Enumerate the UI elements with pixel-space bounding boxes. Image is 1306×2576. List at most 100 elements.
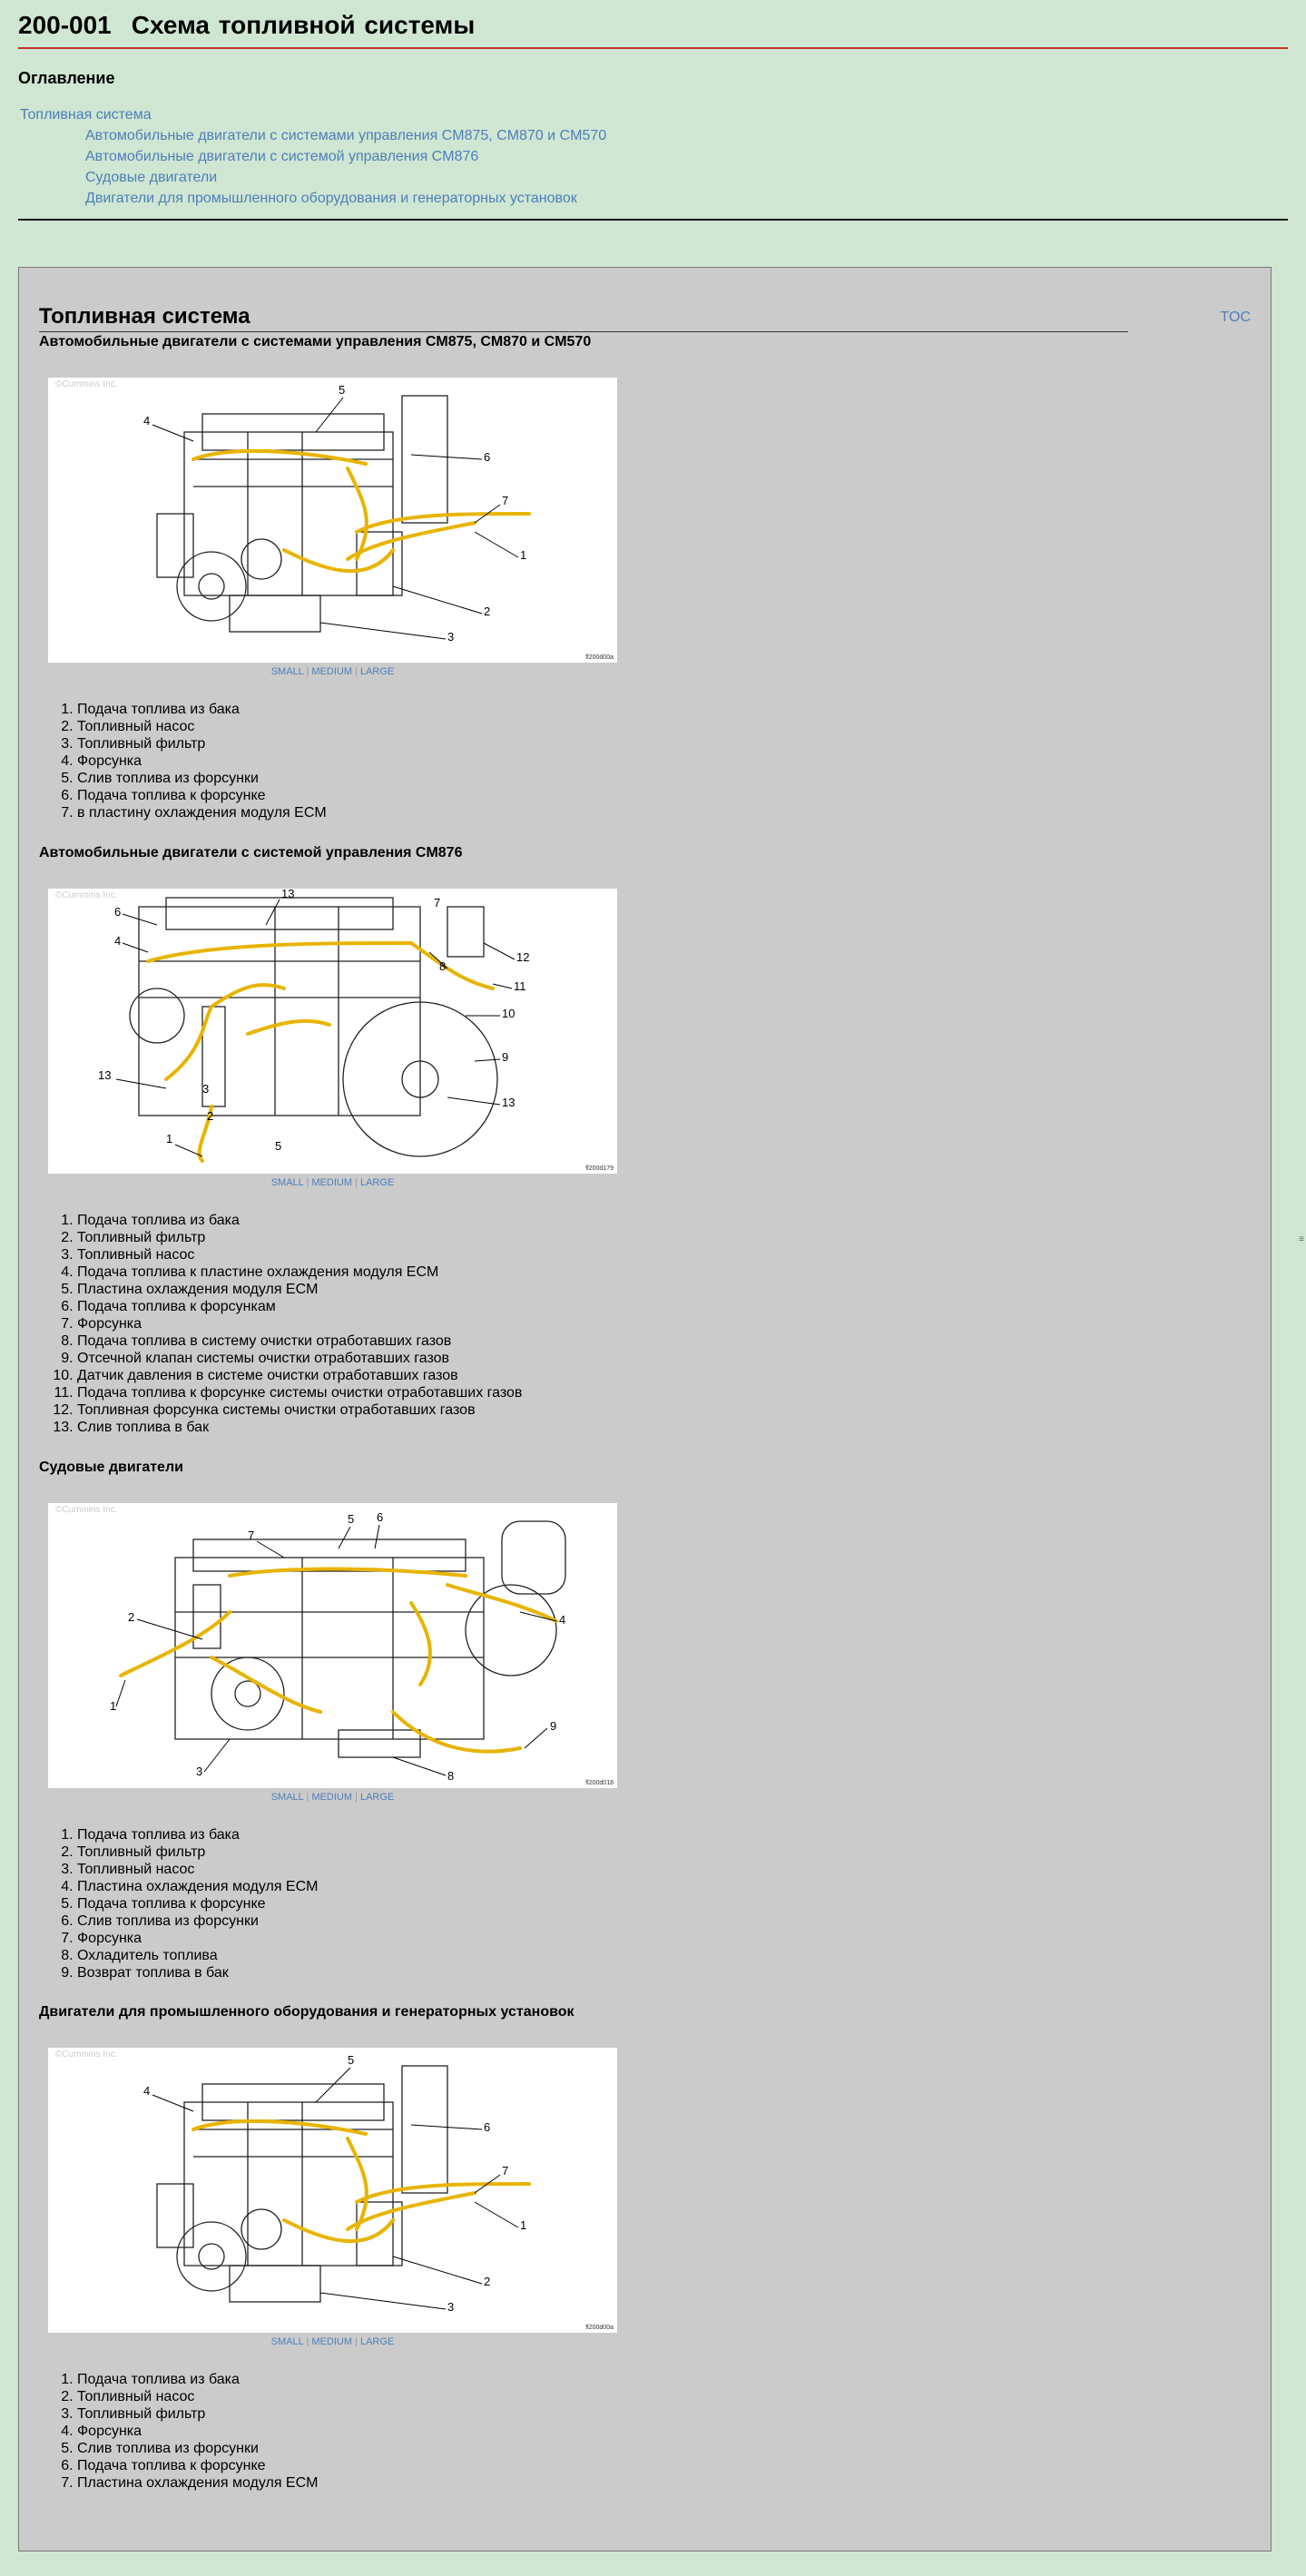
svg-text:8: 8 [447, 1769, 454, 1783]
svg-text:13: 13 [502, 1096, 515, 1109]
svg-text:3: 3 [196, 1765, 202, 1778]
svg-text:3: 3 [202, 1082, 209, 1096]
engine-diagram-image[interactable]: ©Cummins Inc. [48, 2048, 617, 2333]
list-item: Подача топлива к форсунке [77, 1895, 1246, 1912]
list-item: Подача топлива из бака [77, 2371, 1246, 2388]
image-size-links: SMALL | MEDIUM | LARGE [270, 1177, 395, 1188]
size-medium-link[interactable]: MEDIUM [311, 2336, 352, 2347]
svg-text:6: 6 [377, 1510, 383, 1524]
size-small-link[interactable]: SMALL [271, 2336, 304, 2347]
toc-heading: Оглавление [18, 69, 115, 87]
toc-link-automotive-cm876[interactable]: Автомобильные двигатели с системой управ… [85, 149, 478, 164]
svg-text:2: 2 [484, 2275, 490, 2288]
list-item: Форсунка [77, 752, 1246, 770]
list-item: Подача топлива в систему очистки отработ… [77, 1332, 1246, 1350]
engine-drawing: 13 7 6 4 8 12 11 10 9 13 13 3 2 1 5 [98, 889, 529, 1163]
figure-code: fl200d00a [585, 654, 614, 661]
toc-item: Топливная система [18, 104, 1288, 125]
size-medium-link[interactable]: MEDIUM [311, 1792, 352, 1803]
image-size-links: SMALL | MEDIUM | LARGE [270, 2336, 395, 2347]
size-large-link[interactable]: LARGE [360, 2336, 394, 2347]
image-size-links: SMALL | MEDIUM | LARGE [270, 1792, 395, 1803]
list-item: Топливный насос [77, 2388, 1246, 2405]
fuel-lines [191, 448, 531, 573]
size-medium-link[interactable]: MEDIUM [311, 1177, 352, 1188]
svg-text:4: 4 [143, 2084, 150, 2098]
size-large-link[interactable]: LARGE [360, 666, 394, 677]
svg-text:3: 3 [447, 630, 454, 644]
fuel-lines [119, 1567, 558, 1754]
svg-text:4: 4 [143, 414, 150, 428]
svg-text:1: 1 [520, 2218, 526, 2232]
list-item: Топливный фильтр [77, 735, 1246, 752]
svg-text:7: 7 [502, 2164, 508, 2178]
toc-list: Топливная система Автомобильные двигател… [18, 104, 1288, 209]
figure: ©Cummins Inc. [48, 1503, 617, 1803]
svg-text:4: 4 [114, 934, 121, 948]
divider [18, 219, 1288, 221]
subsection-title: Двигатели для промышленного оборудования… [39, 2004, 574, 2020]
subsection-automotive-cm875: Автомобильные двигатели с системами упра… [39, 334, 1246, 821]
document-code: 200-001 [18, 11, 112, 39]
toc-back-link[interactable]: TOC [1221, 310, 1251, 326]
engine-diagram-image[interactable]: ©Cummins Inc. [48, 1503, 617, 1788]
list-item: Подача топлива к форсунке системы очистк… [77, 1384, 1246, 1401]
fuel-lines [146, 941, 495, 1163]
size-large-link[interactable]: LARGE [360, 1177, 394, 1188]
list-item: Слив топлива в бак [77, 1419, 1246, 1436]
list-item: Слив топлива из форсунки [77, 2440, 1246, 2457]
toc-link-fuel-system[interactable]: Топливная система [20, 107, 152, 123]
svg-text:1: 1 [520, 548, 526, 562]
figure-code: fl200d00a [585, 2325, 614, 2331]
size-small-link[interactable]: SMALL [271, 1792, 304, 1803]
toc-item: Автомобильные двигатели с системами упра… [18, 125, 1288, 146]
image-size-links: SMALL | MEDIUM | LARGE [270, 666, 395, 677]
legend-list: Подача топлива из бака Топливный фильтр … [77, 1212, 1246, 1436]
svg-text:5: 5 [339, 383, 345, 397]
toc-link-marine[interactable]: Судовые двигатели [85, 170, 217, 185]
list-item: Подача топлива из бака [77, 701, 1246, 718]
svg-text:7: 7 [248, 1529, 254, 1542]
list-item: Возврат топлива в бак [77, 1964, 1246, 1981]
list-item: Подача топлива к форсунке [77, 787, 1246, 804]
svg-text:5: 5 [348, 1512, 354, 1526]
engine-drawing: 5 6 7 2 1 3 8 4 9 [110, 1510, 566, 1783]
watermark: ©Cummins Inc. [55, 2050, 118, 2060]
svg-text:13: 13 [281, 889, 294, 900]
engine-drawing: 5 4 6 7 1 2 3 [143, 2053, 531, 2314]
subsection-title: Автомобильные двигатели с системой управ… [39, 845, 463, 860]
watermark: ©Cummins Inc. [55, 890, 118, 900]
svg-text:9: 9 [502, 1050, 508, 1064]
section-title: Топливная система [39, 286, 1128, 332]
list-item: Топливный насос [77, 1861, 1246, 1878]
figure-code: fl200d018 [585, 1780, 614, 1786]
toc-item: Судовые двигатели [18, 167, 1288, 188]
legend-list: Подача топлива из бака Топливный фильтр … [77, 1826, 1246, 1981]
list-item: Топливный насос [77, 1246, 1246, 1263]
list-item: Датчик давления в системе очистки отрабо… [77, 1367, 1246, 1384]
list-item: Отсечной клапан системы очистки отработа… [77, 1350, 1246, 1367]
watermark: ©Cummins Inc. [55, 379, 118, 389]
engine-diagram-image[interactable]: ©Cummins Inc. [48, 889, 617, 1174]
engine-diagram-image[interactable]: ©Cummins Inc. [48, 378, 617, 663]
subsection-industrial: Двигатели для промышленного оборудования… [39, 2004, 1246, 2492]
list-item: Слив топлива из форсунки [77, 1912, 1246, 1930]
size-large-link[interactable]: LARGE [360, 1792, 394, 1803]
toc-link-industrial[interactable]: Двигатели для промышленного оборудования… [85, 191, 577, 206]
svg-text:12: 12 [516, 950, 529, 964]
toc-link-automotive-cm875[interactable]: Автомобильные двигатели с системами упра… [85, 128, 606, 143]
list-item: Топливная форсунка системы очистки отраб… [77, 1401, 1246, 1419]
scrollbar-grip-icon[interactable]: ≡ [1299, 1234, 1304, 1244]
size-small-link[interactable]: SMALL [271, 666, 304, 677]
list-item: в пластину охлаждения модуля ECM [77, 804, 1246, 821]
size-small-link[interactable]: SMALL [271, 1177, 304, 1188]
list-item: Топливный фильтр [77, 1229, 1246, 1246]
toc-item: Автомобильные двигатели с системой управ… [18, 146, 1288, 167]
list-item: Топливный насос [77, 718, 1246, 735]
list-item: Подача топлива к пластине охлаждения мод… [77, 1263, 1246, 1281]
fuel-lines [191, 2119, 531, 2243]
document-title: Схема топливной системы [131, 11, 476, 39]
svg-text:7: 7 [502, 494, 508, 507]
figure: ©Cummins Inc. [48, 889, 617, 1188]
size-medium-link[interactable]: MEDIUM [311, 666, 352, 677]
